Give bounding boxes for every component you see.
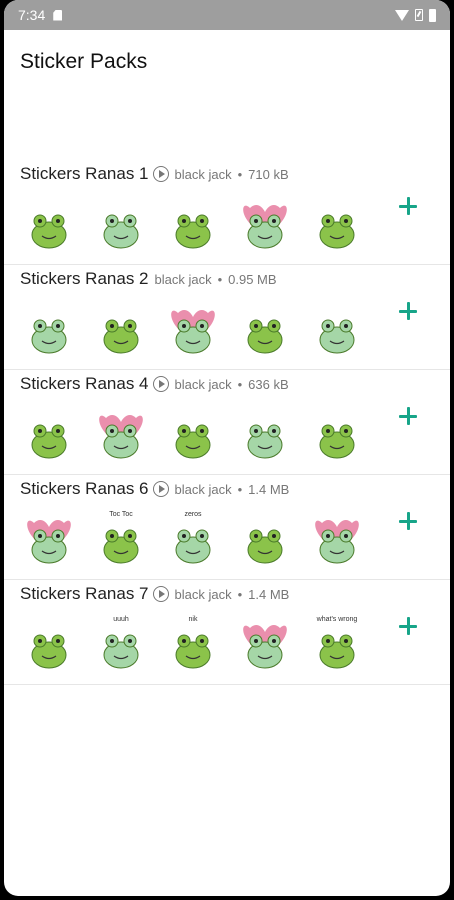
sticker-thumbnail: nik [168, 616, 218, 670]
sticker-pack-row[interactable]: Stickers Ranas 6 black jack • 1.4 MB Toc Toc… [4, 475, 450, 580]
sticker-thumbnail [24, 511, 74, 565]
sticker-pack-row[interactable]: Stickers Ranas 1 black jack • 710 kB [4, 160, 450, 265]
pack-size: 0.95 MB [228, 271, 277, 287]
pack-name: Stickers Ranas 6 [20, 479, 149, 498]
sticker-thumbnail [168, 406, 218, 460]
sticker-previews: uuuh nik what's wrong [24, 616, 362, 670]
play-preview-icon[interactable] [152, 376, 169, 392]
sd-card-icon [53, 9, 63, 21]
pack-size: 710 kB [248, 166, 289, 182]
pack-size: 636 kB [248, 376, 289, 392]
sticker-thumbnail [24, 301, 74, 355]
pack-size: 1.4 MB [248, 481, 290, 497]
sticker-thumbnail [24, 616, 74, 670]
meta-separator: • [237, 166, 243, 182]
pack-header: Stickers Ranas 7 black jack • 1.4 MB [20, 584, 289, 604]
sticker-caption: uuuh [113, 616, 129, 623]
add-pack-button[interactable] [396, 194, 420, 218]
pack-author: black jack [174, 586, 232, 602]
sticker-thumbnail: what's wrong [312, 616, 362, 670]
sticker-thumbnail [312, 196, 362, 250]
pack-header: Stickers Ranas 6 black jack • 1.4 MB [20, 479, 289, 499]
pack-header: Stickers Ranas 4 black jack • 636 kB [20, 374, 289, 394]
sticker-thumbnail [312, 301, 362, 355]
sticker-thumbnail [24, 406, 74, 460]
sticker-previews [24, 196, 362, 250]
phone-screen: 7:34 Sticker Packs Stickers Ranas 1 black… [4, 0, 450, 896]
sticker-caption: zeros [184, 511, 202, 518]
sticker-thumbnail [312, 511, 362, 565]
sticker-pack-row[interactable]: Stickers Ranas 7 black jack • 1.4 MB uuuh nik… [4, 580, 450, 685]
pack-name: Stickers Ranas 4 [20, 374, 149, 393]
pack-size: 1.4 MB [248, 586, 290, 602]
add-pack-button[interactable] [396, 614, 420, 638]
sticker-thumbnail [240, 301, 290, 355]
wifi-icon [395, 9, 409, 21]
add-pack-button[interactable] [396, 404, 420, 428]
play-preview-icon[interactable] [152, 586, 169, 602]
pack-name: Stickers Ranas 7 [20, 584, 149, 603]
sticker-pack-row[interactable]: Stickers Ranas 4 black jack • 636 kB [4, 370, 450, 475]
pack-author: black jack [174, 481, 232, 497]
sticker-thumbnail: uuuh [96, 616, 146, 670]
status-bar: 7:34 [4, 0, 450, 30]
sticker-thumbnail [24, 196, 74, 250]
sticker-thumbnail: Toc Toc [96, 511, 146, 565]
signal-icon [415, 9, 423, 21]
pack-author: black jack [174, 376, 232, 392]
sticker-thumbnail [96, 301, 146, 355]
sticker-thumbnail [312, 406, 362, 460]
play-preview-icon[interactable] [152, 481, 169, 497]
meta-separator: • [237, 376, 243, 392]
sticker-thumbnail: zeros [168, 511, 218, 565]
add-pack-button[interactable] [396, 509, 420, 533]
sticker-thumbnail [240, 511, 290, 565]
sticker-previews: Toc Toc zeros [24, 511, 362, 565]
sticker-caption: Toc Toc [109, 511, 133, 518]
battery-icon [429, 8, 436, 22]
sticker-previews [24, 406, 362, 460]
sticker-thumbnail [168, 196, 218, 250]
status-time: 7:34 [18, 7, 46, 23]
pack-header: Stickers Ranas 2 black jack • 0.95 MB [20, 269, 277, 289]
sticker-previews [24, 301, 362, 355]
meta-separator: • [237, 481, 243, 497]
add-pack-button[interactable] [396, 299, 420, 323]
pack-author: black jack [154, 271, 212, 287]
sticker-thumbnail [96, 196, 146, 250]
pack-author: black jack [174, 166, 232, 182]
play-preview-icon[interactable] [152, 166, 169, 182]
sticker-caption: nik [188, 616, 198, 623]
sticker-pack-list: Stickers Ranas 1 black jack • 710 kB Sticker… [4, 160, 450, 685]
pack-name: Stickers Ranas 1 [20, 164, 149, 183]
pack-header: Stickers Ranas 1 black jack • 710 kB [20, 164, 289, 184]
pack-name: Stickers Ranas 2 [20, 269, 149, 288]
sticker-thumbnail [168, 301, 218, 355]
sticker-caption: what's wrong [316, 616, 358, 623]
meta-separator: • [237, 586, 243, 602]
sticker-thumbnail [96, 406, 146, 460]
sticker-thumbnail [240, 406, 290, 460]
page-title: Sticker Packs [20, 50, 148, 73]
sticker-pack-row[interactable]: Stickers Ranas 2 black jack • 0.95 MB [4, 265, 450, 370]
sticker-thumbnail [240, 196, 290, 250]
meta-separator: • [217, 271, 223, 287]
sticker-thumbnail [240, 616, 290, 670]
